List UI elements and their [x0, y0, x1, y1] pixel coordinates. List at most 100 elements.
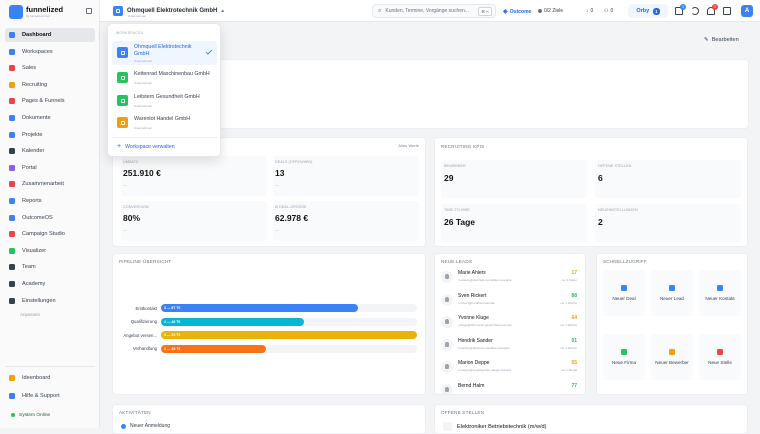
workspace-icon — [117, 117, 128, 128]
lead-row[interactable]: Marion Deppe m.deppe@engelsgarten-pflege.… — [441, 358, 579, 378]
lead-row[interactable]: Hendrik Sander h.sander@elbstrom-speditio… — [441, 336, 579, 356]
inbox-icon[interactable]: 3 — [675, 4, 686, 15]
help-support-link[interactable]: Hilfe & Support — [5, 389, 95, 403]
quick-neuer-kontakt[interactable]: Neuer Kontakt — [699, 270, 741, 316]
workspace-switcher[interactable]: Ohmquell Elektrotechnik GmbH ▴ Unternehm… — [110, 4, 230, 18]
sidebar-item-academy[interactable]: Academy — [5, 277, 95, 291]
sidebar-item-portal[interactable]: Portal — [5, 161, 95, 175]
sidebar-item-label: Dashboard — [22, 32, 52, 38]
bell-icon[interactable]: 3 — [707, 4, 718, 15]
lead-row[interactable]: Marie Ahlers m.ahlers@sternfeld-immobilie… — [441, 268, 579, 288]
sidebar-item-dashboard[interactable]: Dashboard — [5, 28, 95, 42]
edit-dashboard-button[interactable]: ✎ Bearbeiten — [704, 37, 739, 43]
search-input[interactable]: ⌕ Kunden, Termine, Vorgänge suchen... ⌘ … — [372, 4, 496, 18]
lead-email: y.kluge@lahnmedic-gesundheit.example — [458, 323, 512, 327]
sidebar-item-reports[interactable]: Reports — [5, 194, 95, 208]
sidebar-item-pages-funnels[interactable]: Pages & Funnels — [5, 94, 95, 108]
activity-item[interactable]: Neuer Anmeldung — [121, 423, 170, 429]
user-avatar[interactable]: A — [741, 5, 753, 17]
apps-grid-icon[interactable] — [723, 7, 731, 15]
project-icon — [9, 131, 15, 138]
job-item[interactable]: Elektroniker Betriebstechnik (m/w/d) — [443, 422, 547, 431]
quick-neuer-lead[interactable]: Neuer Lead — [651, 270, 693, 316]
sidebar-item-label: Kalender — [22, 148, 45, 155]
sales-more-link[interactable]: Alles Werte — [398, 144, 419, 148]
collaboration-icon — [9, 181, 15, 188]
lead-score: 17 — [571, 270, 577, 276]
sidebar-customize-link[interactable]: Anpassen — [20, 312, 40, 317]
manage-workspace-button[interactable]: + Workspace verwalten — [117, 143, 175, 150]
quick-neuer-bewerber[interactable]: Neuer Bewerber — [651, 334, 693, 380]
company-icon — [621, 349, 627, 355]
goals-label: 0/2 Ziele — [544, 8, 564, 14]
sidebar-item-outcomeos[interactable]: OutcomeOS — [5, 211, 95, 225]
brand-tagline: by funnelized.com — [26, 14, 51, 18]
kpi-label: DEALS (OFFEN/WIN) — [275, 160, 313, 164]
sidebar-item-kalender[interactable]: Kalender — [5, 144, 95, 158]
quick-neue-firma[interactable]: Neue Firma — [603, 334, 645, 380]
kpi-trend: — — [275, 227, 279, 232]
pages-icon — [9, 98, 15, 105]
workspace-option-name: Warenlot Handel GmbH — [134, 116, 191, 122]
sidebar-item-sales[interactable]: Sales — [5, 61, 95, 75]
logo-icon — [9, 5, 23, 19]
workspace-option[interactable]: Warenlot Handel GmbH Unternehmen — [112, 113, 217, 133]
lead-name: Marie Ahlers — [458, 270, 486, 276]
ideas-board-link[interactable]: Ideenboard — [5, 371, 95, 385]
quick-neue-stelle[interactable]: Neue Stelle — [699, 334, 741, 380]
pipeline-bar[interactable]: 5 — 92 T€ — [161, 331, 417, 339]
sidebar-item-label: Einstellungen — [22, 297, 56, 304]
academy-icon — [9, 281, 15, 287]
workspace-option-type: Unternehmen — [134, 59, 153, 63]
recruiting-icon — [9, 81, 15, 88]
workspace-option[interactable]: Kettenrad Maschinenbau GmbH Unternehmen — [112, 68, 217, 88]
system-status-label: System Online — [19, 412, 51, 418]
sidebar-item-team[interactable]: Team — [5, 260, 95, 274]
sidebar-item-einstellungen[interactable]: Einstellungen — [5, 294, 95, 308]
sidebar-collapse-icon[interactable] — [86, 8, 92, 14]
lightbulb-icon — [9, 375, 15, 381]
sidebar-item-campaign-studio[interactable]: Campaign Studio — [5, 227, 95, 241]
lead-time: vor 1 Woche — [560, 323, 577, 327]
people-icon: ⚇ — [604, 8, 609, 14]
lead-row[interactable]: Bernd Halm 77 — [441, 381, 579, 394]
sidebar-item-zusammenarbeit[interactable]: Zusammenarbeit — [5, 177, 95, 191]
sidebar-item-projekte[interactable]: Projekte — [5, 128, 95, 142]
orby-button[interactable]: Orby 1 — [628, 4, 668, 18]
people-indicator[interactable]: ⚇ 0 — [604, 8, 613, 14]
goals-indicator[interactable]: 0/2 Ziele — [538, 8, 563, 14]
pipeline-bar[interactable]: 2 — 48 T€ — [161, 317, 305, 326]
recruiting-kpi-box: BEWERBER 29 — [441, 160, 587, 198]
person-icon — [441, 271, 453, 283]
lead-row[interactable]: Yvonne Kluge y.kluge@lahnmedic-gesundheit… — [441, 313, 579, 333]
outcome-button[interactable]: ◈ Outcome — [503, 8, 531, 16]
pipeline-stage-label: Verhandlung — [132, 346, 157, 351]
sidebar-item-recruiting[interactable]: Recruiting — [5, 78, 95, 92]
workspace-option[interactable]: Ohmquell Elektrotechnik GmbH Unternehmen — [112, 41, 217, 65]
sidebar-item-label: Workspaces — [22, 48, 53, 55]
kpi-label: CONVERSION — [123, 205, 149, 209]
theme-moon-icon[interactable] — [691, 7, 699, 15]
sidebar-item-workspaces[interactable]: Workspaces — [5, 45, 95, 59]
sidebar-item-visualizer[interactable]: Visualizer — [5, 244, 95, 258]
lead-name: Yvonne Kluge — [458, 315, 489, 321]
tasks-indicator[interactable]: ↓ 0 — [586, 8, 593, 14]
workspace-icon — [113, 6, 123, 16]
sales-kpi-box: Ø DEAL-GRÖSSE 62.978 € — — [273, 201, 419, 241]
sales-kpi-box: UMSATZ 251.910 € — — [121, 156, 267, 196]
person-glyph — [445, 319, 449, 324]
person-icon — [441, 338, 453, 351]
lead-row[interactable]: Sven Rickert s.rickert@nordbau.example 88 v… — [441, 291, 579, 311]
workspace-option[interactable]: Leitstern Gesundheit GmbH Unternehmen — [112, 91, 217, 111]
sidebar-item-dokumente[interactable]: Dokumente — [5, 111, 95, 125]
quick-neuer-deal[interactable]: Neuer Deal — [603, 270, 645, 316]
kpi-label: TIME-TO-HIRE — [444, 208, 470, 212]
lead-score: 77 — [571, 382, 577, 389]
brand-name: funnelized — [26, 5, 64, 14]
sidebar-item-label: Team — [22, 264, 36, 271]
quick-access-card: SCHNELLZUGRIFF Neuer Deal Neuer Lead Neuer… — [596, 253, 748, 395]
pipeline-bar[interactable]: 3 — 45 T€ — [161, 344, 266, 353]
pipeline-bar[interactable]: 3 — 67 T€ — [161, 304, 359, 312]
lead-name: Marion Deppe — [458, 360, 490, 366]
orby-label: Orby — [636, 8, 650, 14]
